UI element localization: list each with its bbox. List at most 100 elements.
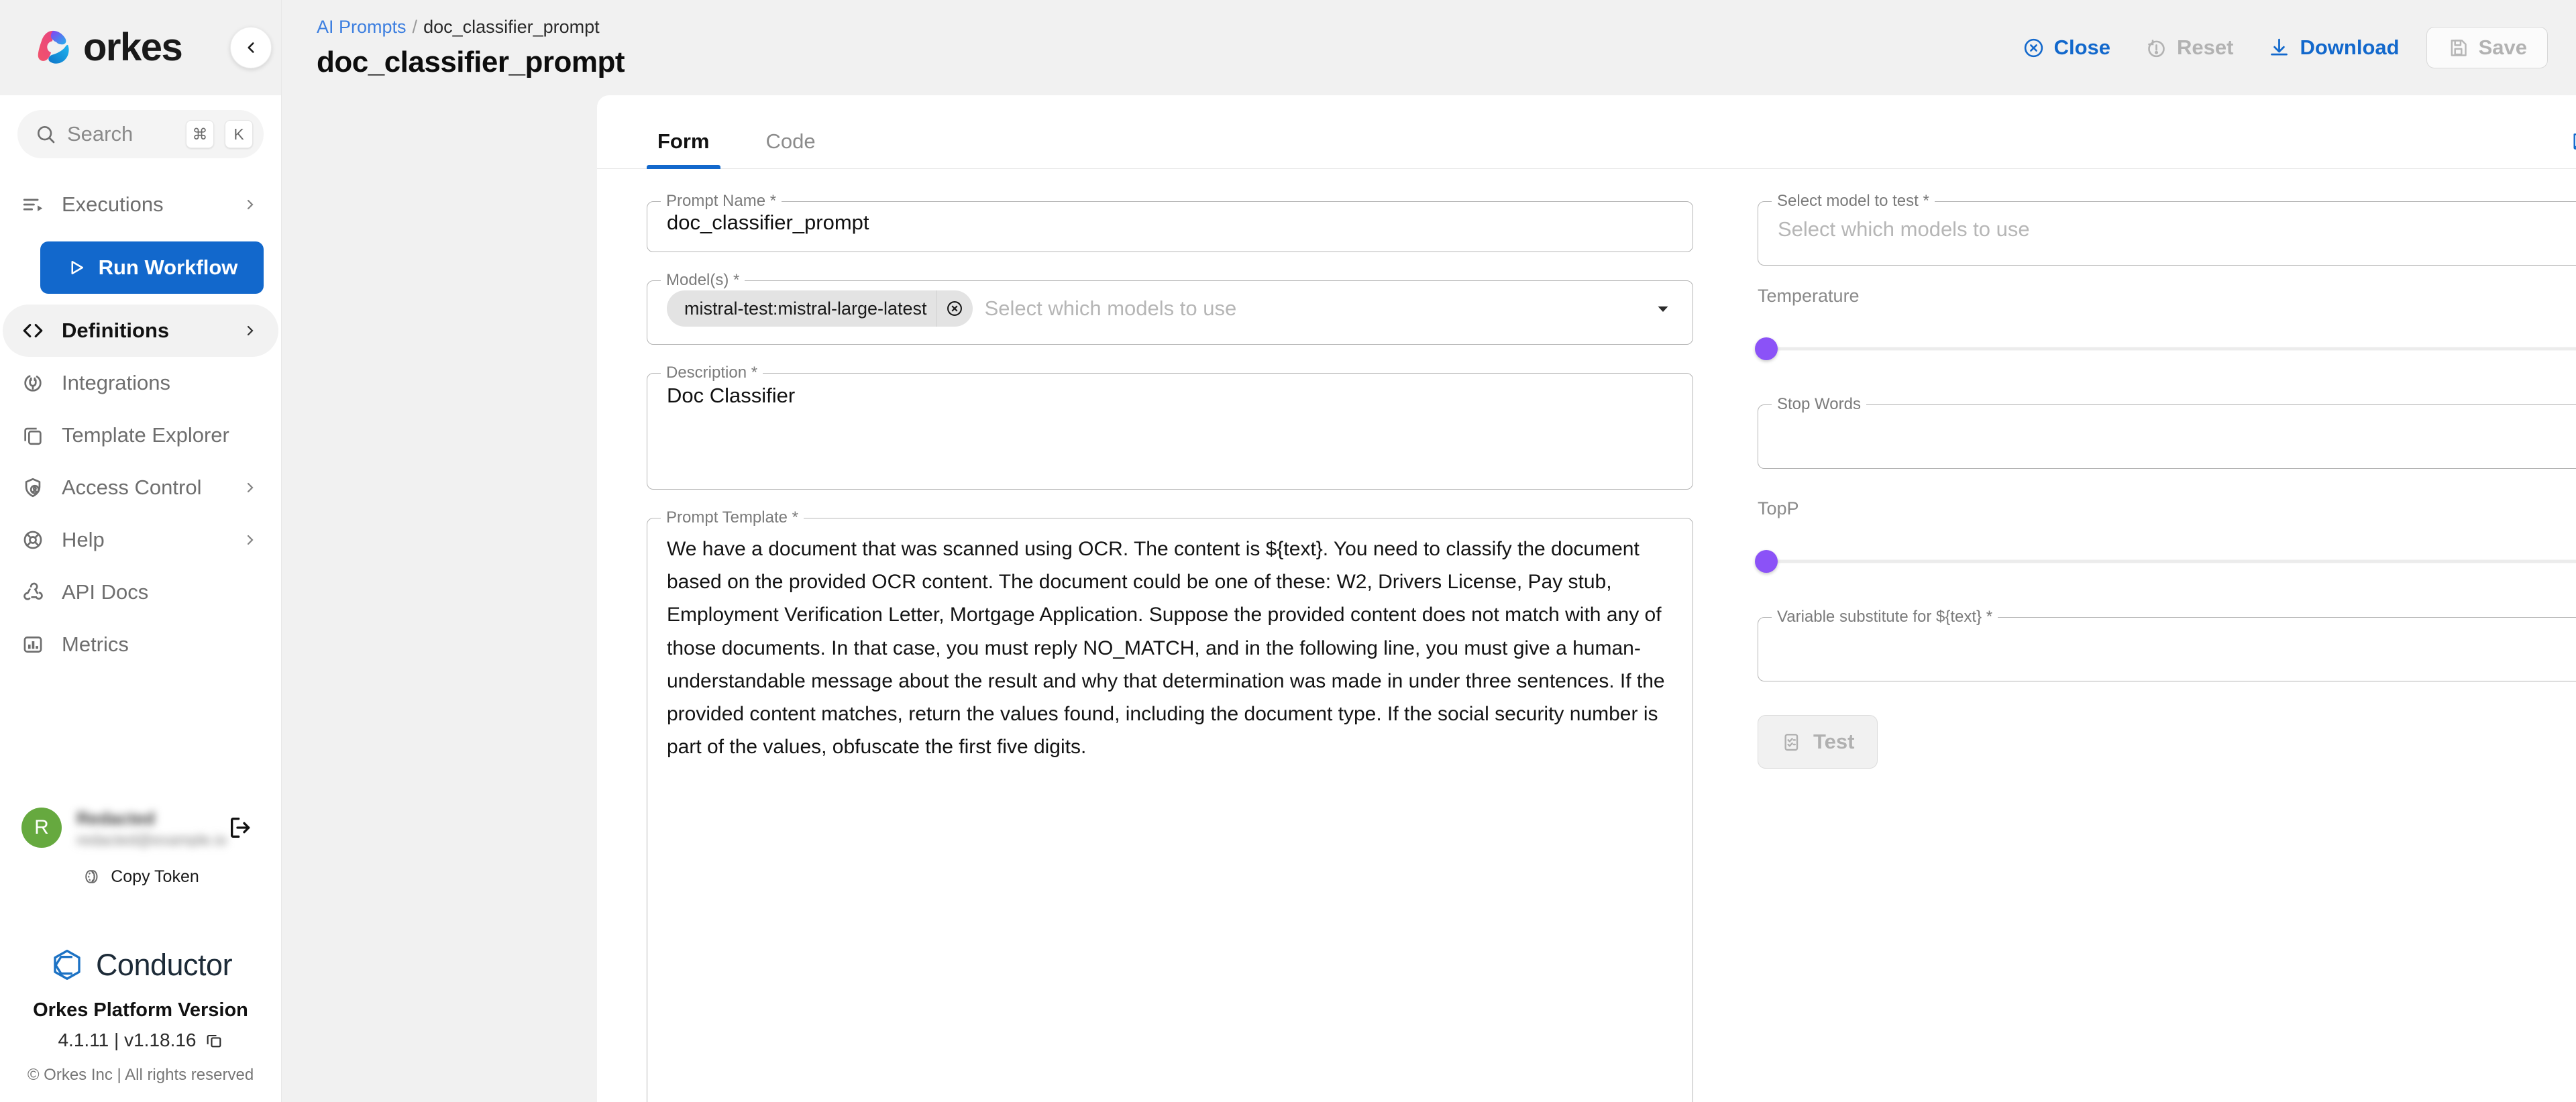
- run-workflow-label: Run Workflow: [99, 256, 238, 280]
- topp-slider[interactable]: [1758, 541, 2576, 582]
- model-chip[interactable]: mistral-test:mistral-large-latest: [667, 290, 973, 327]
- sidebar-footer: R Redacted redacted@example.io: [0, 808, 281, 1102]
- tab-form[interactable]: Form: [647, 129, 720, 168]
- bar-chart-glyph: [21, 633, 44, 656]
- sidebar-item-access-control[interactable]: Access Control: [3, 461, 278, 514]
- reset-button[interactable]: Reset: [2128, 27, 2251, 68]
- conductor-brand: Conductor: [0, 947, 281, 983]
- platform-version-title: Orkes Platform Version: [0, 999, 281, 1022]
- reset-label: Reset: [2177, 36, 2233, 60]
- models-row: mistral-test:mistral-large-latest Select…: [667, 290, 1673, 327]
- sidebar-item-executions[interactable]: Executions: [3, 178, 278, 231]
- content-card: Form Code ? AI Prompt docs: [597, 95, 2576, 1102]
- tab-form-label: Form: [657, 129, 710, 153]
- shield-user-icon: [20, 475, 46, 500]
- user-email: redacted@example.io: [76, 831, 244, 847]
- close-button[interactable]: Close: [2005, 27, 2128, 68]
- copy-token-button[interactable]: Copy Token: [0, 867, 281, 887]
- breadcrumb-separator: /: [413, 17, 418, 38]
- models-field[interactable]: Model(s) * mistral-test:mistral-large-la…: [647, 272, 1693, 345]
- models-placeholder: Select which models to use: [985, 296, 1237, 321]
- save-button[interactable]: Save: [2426, 27, 2548, 68]
- app-root: orkes Search ⌘ K: [0, 0, 2576, 1102]
- sidebar-item-label: Access Control: [62, 476, 226, 500]
- copy-token-label: Copy Token: [111, 867, 199, 887]
- orkes-wordmark: orkes: [83, 28, 182, 67]
- platform-version-value-row: 4.1.11 | v1.18.16: [0, 1030, 281, 1051]
- executions-icon: [20, 192, 46, 217]
- sidebar-item-integrations[interactable]: Integrations: [3, 357, 278, 409]
- sidebar-item-definitions[interactable]: Definitions: [3, 305, 278, 357]
- main-area: AI Prompts / doc_classifier_prompt doc_c…: [282, 0, 2576, 1102]
- tab-code[interactable]: Code: [755, 129, 826, 168]
- prompt-template-field[interactable]: Prompt Template * We have a document tha…: [647, 510, 1693, 1102]
- header-left: AI Prompts / doc_classifier_prompt doc_c…: [317, 17, 2005, 79]
- test-button[interactable]: Test: [1758, 715, 1878, 769]
- slider-track: [1758, 347, 2576, 351]
- page-header: AI Prompts / doc_classifier_prompt doc_c…: [282, 0, 2576, 95]
- conductor-wordmark: Conductor: [96, 948, 232, 983]
- prompt-template-value: We have a document that was scanned usin…: [667, 538, 1665, 758]
- tab-code-label: Code: [766, 129, 816, 153]
- slider-thumb[interactable]: [1755, 550, 1778, 573]
- close-circle-icon: [945, 299, 964, 318]
- chevron-down-icon[interactable]: [1653, 298, 1673, 319]
- kbd-key: K: [225, 120, 253, 148]
- code-brackets-icon: [20, 318, 46, 343]
- sidebar-item-label: Integrations: [62, 371, 258, 395]
- ai-prompt-docs-link[interactable]: ? AI Prompt docs: [2570, 129, 2576, 168]
- kbd-meta: ⌘: [186, 120, 214, 148]
- chevron-left-icon: [242, 39, 260, 56]
- sidebar-item-label: Help: [62, 528, 226, 552]
- breadcrumb: AI Prompts / doc_classifier_prompt: [317, 17, 2005, 38]
- orkes-logo-icon: [32, 27, 74, 68]
- tabs-bar: Form Code ? AI Prompt docs: [597, 95, 2576, 169]
- select-model-to-test-field[interactable]: Select model to test * Select which mode…: [1758, 193, 2576, 266]
- stop-words-field[interactable]: Stop Words: [1758, 396, 2576, 469]
- copyright-text: © Orkes Inc | All rights reserved: [0, 1066, 281, 1085]
- temperature-slider[interactable]: [1758, 329, 2576, 369]
- slider-track: [1758, 560, 2576, 563]
- book-help-icon: ?: [2570, 131, 2576, 152]
- select-model-row: Select which models to use: [1778, 217, 2576, 241]
- sidebar-item-label: Definitions: [62, 319, 226, 343]
- description-value: Doc Classifier: [667, 384, 795, 408]
- temperature-control: Temperature 0: [1758, 286, 2576, 374]
- coin-icon: [82, 867, 102, 887]
- sidebar-item-label: API Docs: [62, 580, 258, 604]
- sidebar-item-api-docs[interactable]: API Docs: [3, 566, 278, 618]
- test-panel: Select model to test * Select which mode…: [1758, 193, 2576, 1102]
- play-icon: [66, 258, 87, 278]
- run-workflow-button[interactable]: Run Workflow: [40, 241, 264, 294]
- sidebar-item-template-explorer[interactable]: Template Explorer: [3, 409, 278, 461]
- slider-thumb[interactable]: [1755, 337, 1778, 360]
- breadcrumb-current: doc_classifier_prompt: [423, 17, 600, 38]
- lifebuoy-icon: [20, 527, 46, 553]
- save-disk-icon: [2447, 37, 2469, 59]
- description-field[interactable]: Description * Doc Classifier: [647, 365, 1693, 490]
- sidebar-item-help[interactable]: Help: [3, 514, 278, 566]
- breadcrumb-root-link[interactable]: AI Prompts: [317, 17, 407, 38]
- bar-chart-icon: [20, 632, 46, 657]
- temperature-label: Temperature: [1758, 286, 2576, 307]
- copy-icon[interactable]: [205, 1031, 223, 1050]
- sidebar-collapse-button[interactable]: [230, 27, 272, 68]
- prompt-name-field[interactable]: Prompt Name * doc_classifier_prompt: [647, 193, 1693, 252]
- user-profile[interactable]: R Redacted redacted@example.io: [0, 808, 281, 848]
- orkes-logo[interactable]: orkes: [32, 27, 182, 68]
- sidebar-item-label: Executions: [62, 192, 226, 217]
- topp-row: 0: [1758, 537, 2576, 586]
- download-button[interactable]: Download: [2251, 27, 2416, 68]
- sidebar-header: orkes: [0, 0, 281, 95]
- topp-control: TopP 0: [1758, 498, 2576, 586]
- platform-version-value: 4.1.11 | v1.18.16: [58, 1030, 196, 1051]
- variable-substitute-field[interactable]: Variable substitute for ${text} *: [1758, 609, 2576, 681]
- page-title: doc_classifier_prompt: [317, 46, 2005, 79]
- sidebar-item-metrics[interactable]: Metrics: [3, 618, 278, 671]
- sidebar-nav: Executions Run Workflow: [0, 178, 281, 671]
- reset-icon: [2145, 37, 2167, 59]
- integrations-icon: [20, 370, 46, 396]
- webhook-icon: [20, 580, 46, 605]
- search-input[interactable]: Search ⌘ K: [17, 110, 264, 158]
- model-chip-delete-button[interactable]: [936, 290, 973, 327]
